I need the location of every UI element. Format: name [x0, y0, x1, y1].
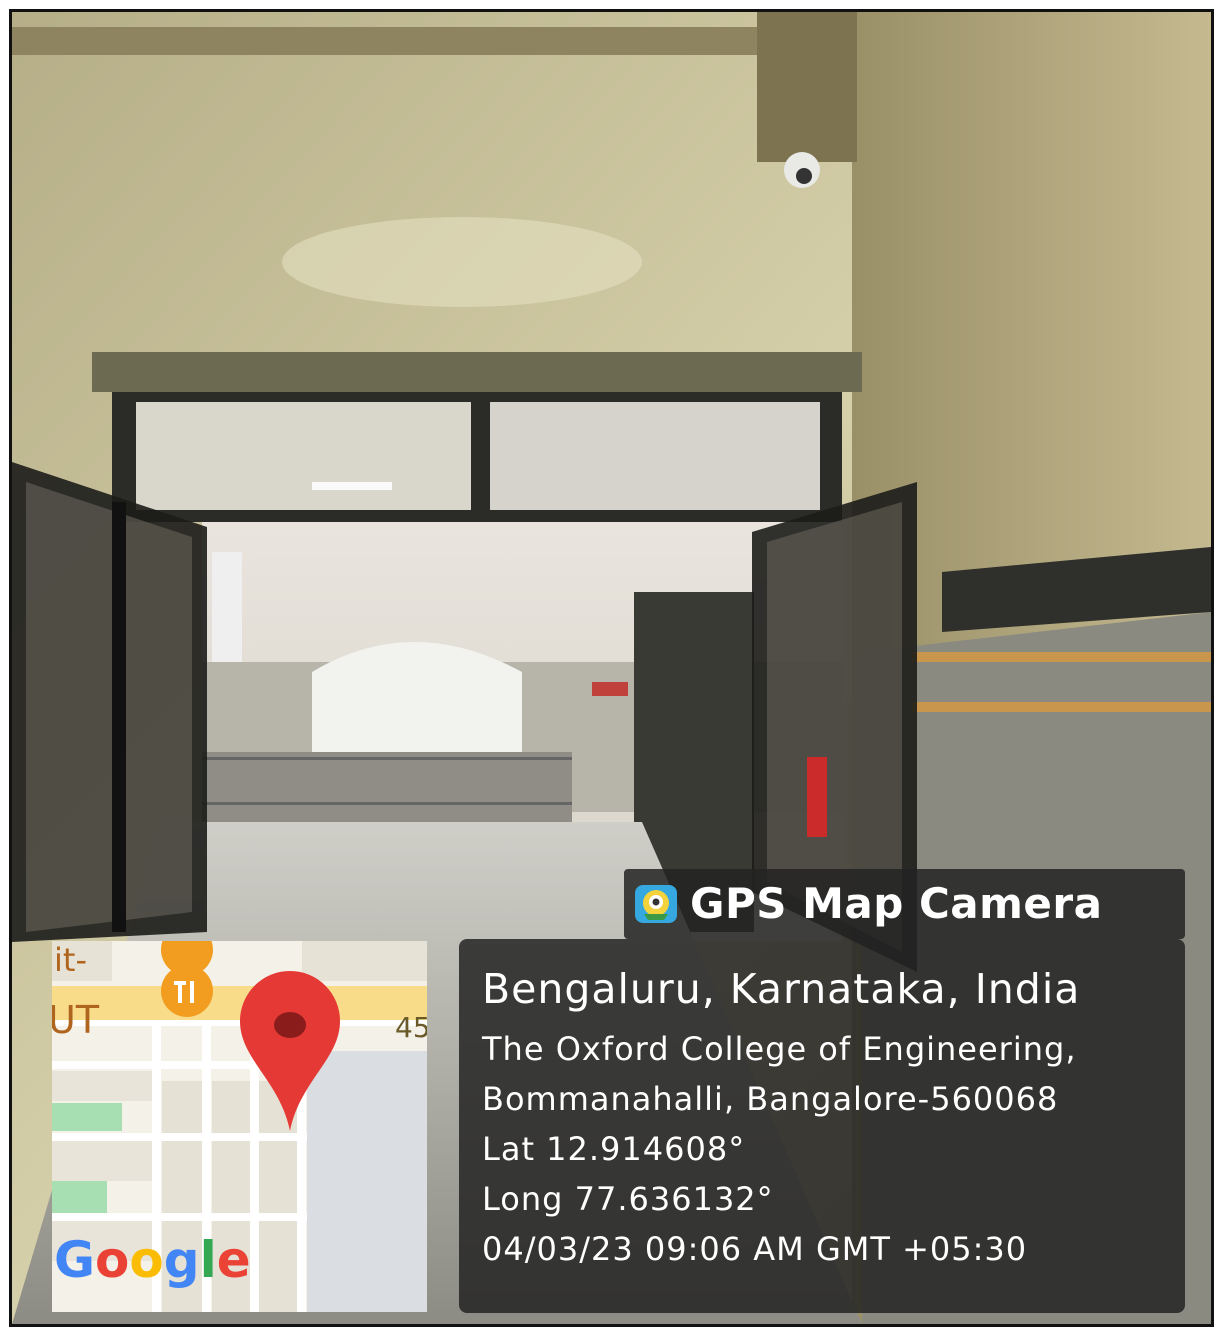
timestamp: 04/03/23 09:06 AM GMT +05:30 — [482, 1230, 1028, 1268]
address-line-2: Bommanahalli, Bangalore-560068 — [482, 1080, 1059, 1118]
photo-frame: GPS Map Camera Bengaluru, Karnataka, Ind… — [9, 9, 1214, 1327]
road-number: 45 — [395, 1011, 427, 1044]
gps-title-bar: GPS Map Camera — [624, 869, 1185, 939]
restaurant-icon — [161, 941, 213, 1017]
longitude: Long 77.636132° — [482, 1180, 774, 1218]
map-thumbnail: it- UT 45 Google — [52, 941, 427, 1312]
location-title: Bengaluru, Karnataka, India — [482, 965, 1081, 1013]
gps-map-camera-icon — [635, 885, 677, 923]
map-label-bottom: UT — [52, 998, 100, 1042]
address-line-1: The Oxford College of Engineering, — [482, 1030, 1077, 1068]
location-info-panel: Bengaluru, Karnataka, India The Oxford C… — [459, 939, 1185, 1313]
latitude: Lat 12.914608° — [482, 1130, 746, 1168]
google-logo: Google — [54, 1231, 251, 1289]
app-name: GPS Map Camera — [690, 879, 1103, 928]
map-label-top: it- — [54, 941, 87, 979]
